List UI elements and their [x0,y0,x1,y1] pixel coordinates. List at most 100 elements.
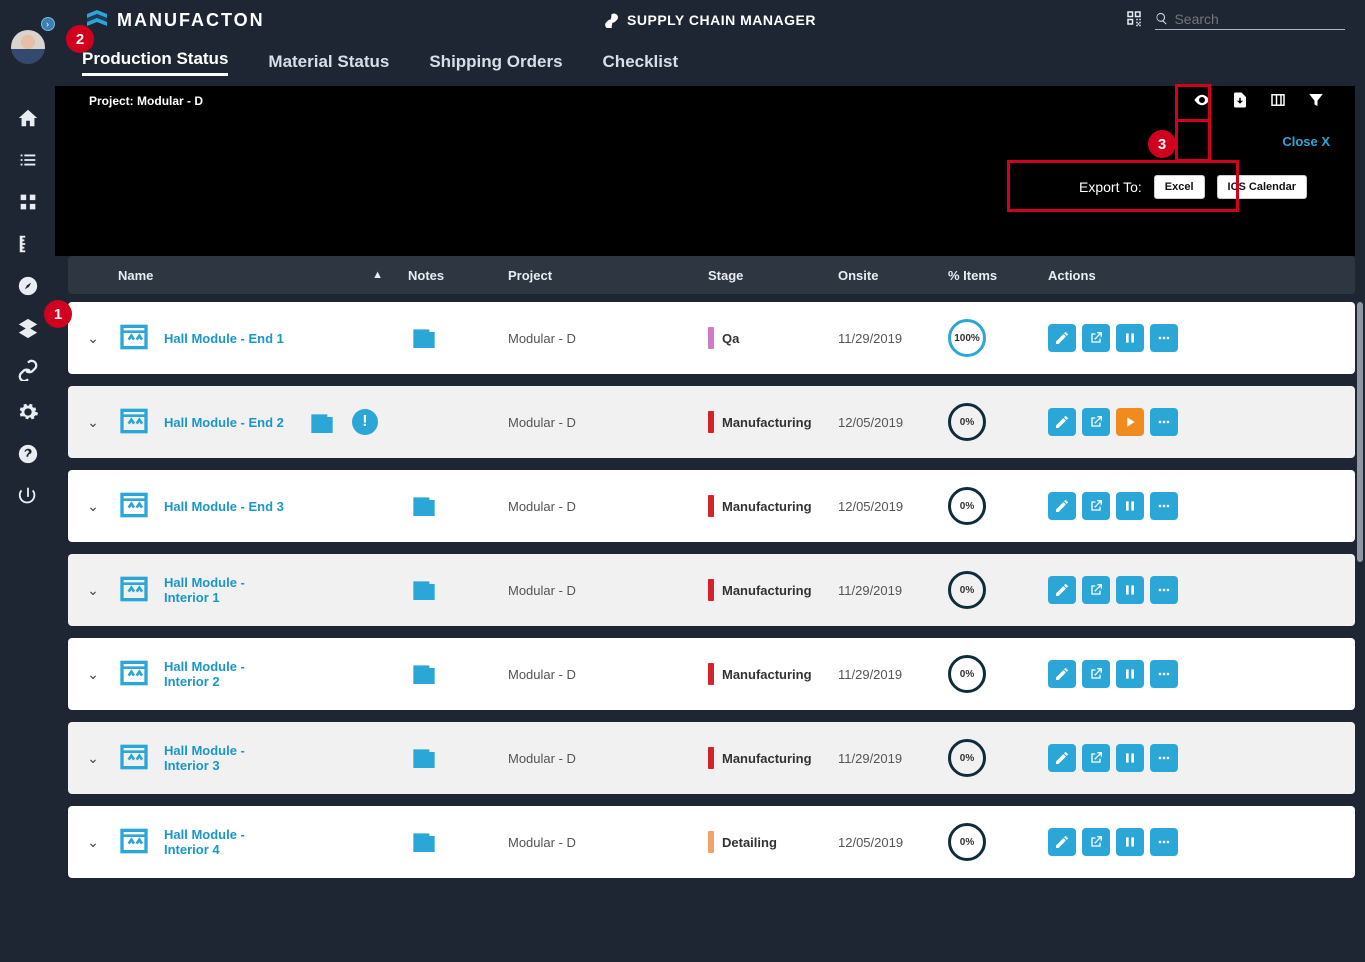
edit-button[interactable] [1048,576,1076,604]
col-items[interactable]: % Items [948,268,1048,283]
table-row: ⌄ Hall Module - End 2! Modular - D Manuf… [68,386,1355,458]
annotation-2: 2 [66,25,94,53]
edit-button[interactable] [1048,324,1076,352]
pause-button[interactable] [1116,744,1144,772]
row-name-link[interactable]: Hall Module - End 3 [164,499,284,514]
expand-row-chevron-icon[interactable]: ⌄ [68,582,118,599]
pause-button[interactable] [1116,492,1144,520]
edit-button[interactable] [1048,660,1076,688]
pause-button[interactable] [1116,324,1144,352]
row-stage: Manufacturing [722,751,812,766]
home-icon[interactable] [16,106,40,130]
qr-icon[interactable] [1125,9,1143,32]
row-project: Modular - D [508,667,708,682]
row-name-link[interactable]: Hall Module - Interior 4 [164,827,284,857]
header-title: SUPPLY CHAIN MANAGER [604,12,816,28]
user-avatar[interactable] [11,30,45,64]
pause-button[interactable] [1116,660,1144,688]
expand-row-chevron-icon[interactable]: ⌄ [68,498,118,515]
col-project[interactable]: Project [508,268,708,283]
sort-asc-icon[interactable]: ▲ [372,269,383,281]
expand-row-chevron-icon[interactable]: ⌄ [68,750,118,767]
col-notes[interactable]: Notes [408,268,508,283]
percent-ring: 0% [948,739,986,777]
more-button[interactable] [1150,576,1178,604]
table-row: ⌄ Hall Module - Interior 1 Modular - D M… [68,554,1355,626]
open-button[interactable] [1082,408,1110,436]
export-panel: Export To: Excel ICS Calendar [1079,175,1307,199]
more-button[interactable] [1150,744,1178,772]
compass-icon[interactable] [16,274,40,298]
expand-row-chevron-icon[interactable]: ⌄ [68,414,118,431]
more-button[interactable] [1150,408,1178,436]
building-icon [408,824,440,861]
row-name-link[interactable]: Hall Module - End 1 [164,331,284,346]
percent-ring: 0% [948,403,986,441]
expand-row-chevron-icon[interactable]: ⌄ [68,666,118,683]
export-ics-button[interactable]: ICS Calendar [1217,175,1307,199]
edit-button[interactable] [1048,408,1076,436]
columns-icon[interactable] [1269,91,1287,112]
search-box[interactable] [1155,11,1345,30]
left-sidebar: › [0,0,55,962]
percent-ring: 0% [948,487,986,525]
col-stage[interactable]: Stage [708,268,838,283]
pause-button[interactable] [1116,576,1144,604]
power-icon[interactable] [16,484,40,508]
gear-icon[interactable] [16,400,40,424]
tab-shipping-orders[interactable]: Shipping Orders [429,52,562,72]
open-button[interactable] [1082,492,1110,520]
row-name-link[interactable]: Hall Module - Interior 1 [164,575,284,605]
more-button[interactable] [1150,828,1178,856]
col-onsite[interactable]: Onsite [838,268,948,283]
more-button[interactable] [1150,492,1178,520]
module-box-icon [118,321,150,356]
open-button[interactable] [1082,744,1110,772]
edit-button[interactable] [1048,492,1076,520]
export-excel-button[interactable]: Excel [1154,175,1205,199]
pause-button[interactable] [1116,828,1144,856]
stage-color-bar [708,663,714,685]
row-project: Modular - D [508,583,708,598]
open-button[interactable] [1082,828,1110,856]
col-name[interactable]: Name [118,268,153,283]
tab-checklist[interactable]: Checklist [603,52,679,72]
open-button[interactable] [1082,660,1110,688]
ruler-icon[interactable] [16,232,40,256]
expand-row-chevron-icon[interactable]: ⌄ [68,834,118,851]
close-button[interactable]: Close X [1282,134,1330,149]
link-icon[interactable] [16,358,40,382]
expand-row-chevron-icon[interactable]: ⌄ [68,330,118,347]
row-name-link[interactable]: Hall Module - Interior 3 [164,743,284,773]
project-label: Project: Modular - D [89,94,203,108]
row-stage: Manufacturing [722,667,812,682]
stage-color-bar [708,747,714,769]
row-project: Modular - D [508,331,708,346]
assembly-icon[interactable] [16,190,40,214]
tab-material-status[interactable]: Material Status [268,52,389,72]
more-button[interactable] [1150,660,1178,688]
scrollbar-thumb[interactable] [1357,302,1363,562]
expand-sidebar-chevron-icon[interactable]: › [41,17,55,31]
open-button[interactable] [1082,576,1110,604]
open-button[interactable] [1082,324,1110,352]
tab-production-status[interactable]: Production Status [82,49,228,76]
list-icon[interactable] [16,148,40,172]
row-stage: Detailing [722,835,777,850]
eye-icon[interactable] [1193,91,1211,112]
play-button[interactable] [1116,408,1144,436]
percent-ring: 0% [948,571,986,609]
row-onsite-date: 11/29/2019 [838,583,948,598]
export-label: Export To: [1079,179,1142,195]
edit-button[interactable] [1048,828,1076,856]
edit-button[interactable] [1048,744,1076,772]
layers-icon[interactable] [16,316,40,340]
filter-icon[interactable] [1307,91,1325,112]
more-button[interactable] [1150,324,1178,352]
export-icon[interactable] [1231,91,1249,112]
row-name-link[interactable]: Hall Module - End 2 [164,415,284,430]
search-input[interactable] [1174,11,1345,27]
row-name-link[interactable]: Hall Module - Interior 2 [164,659,284,689]
row-onsite-date: 12/05/2019 [838,835,948,850]
help-icon[interactable] [16,442,40,466]
